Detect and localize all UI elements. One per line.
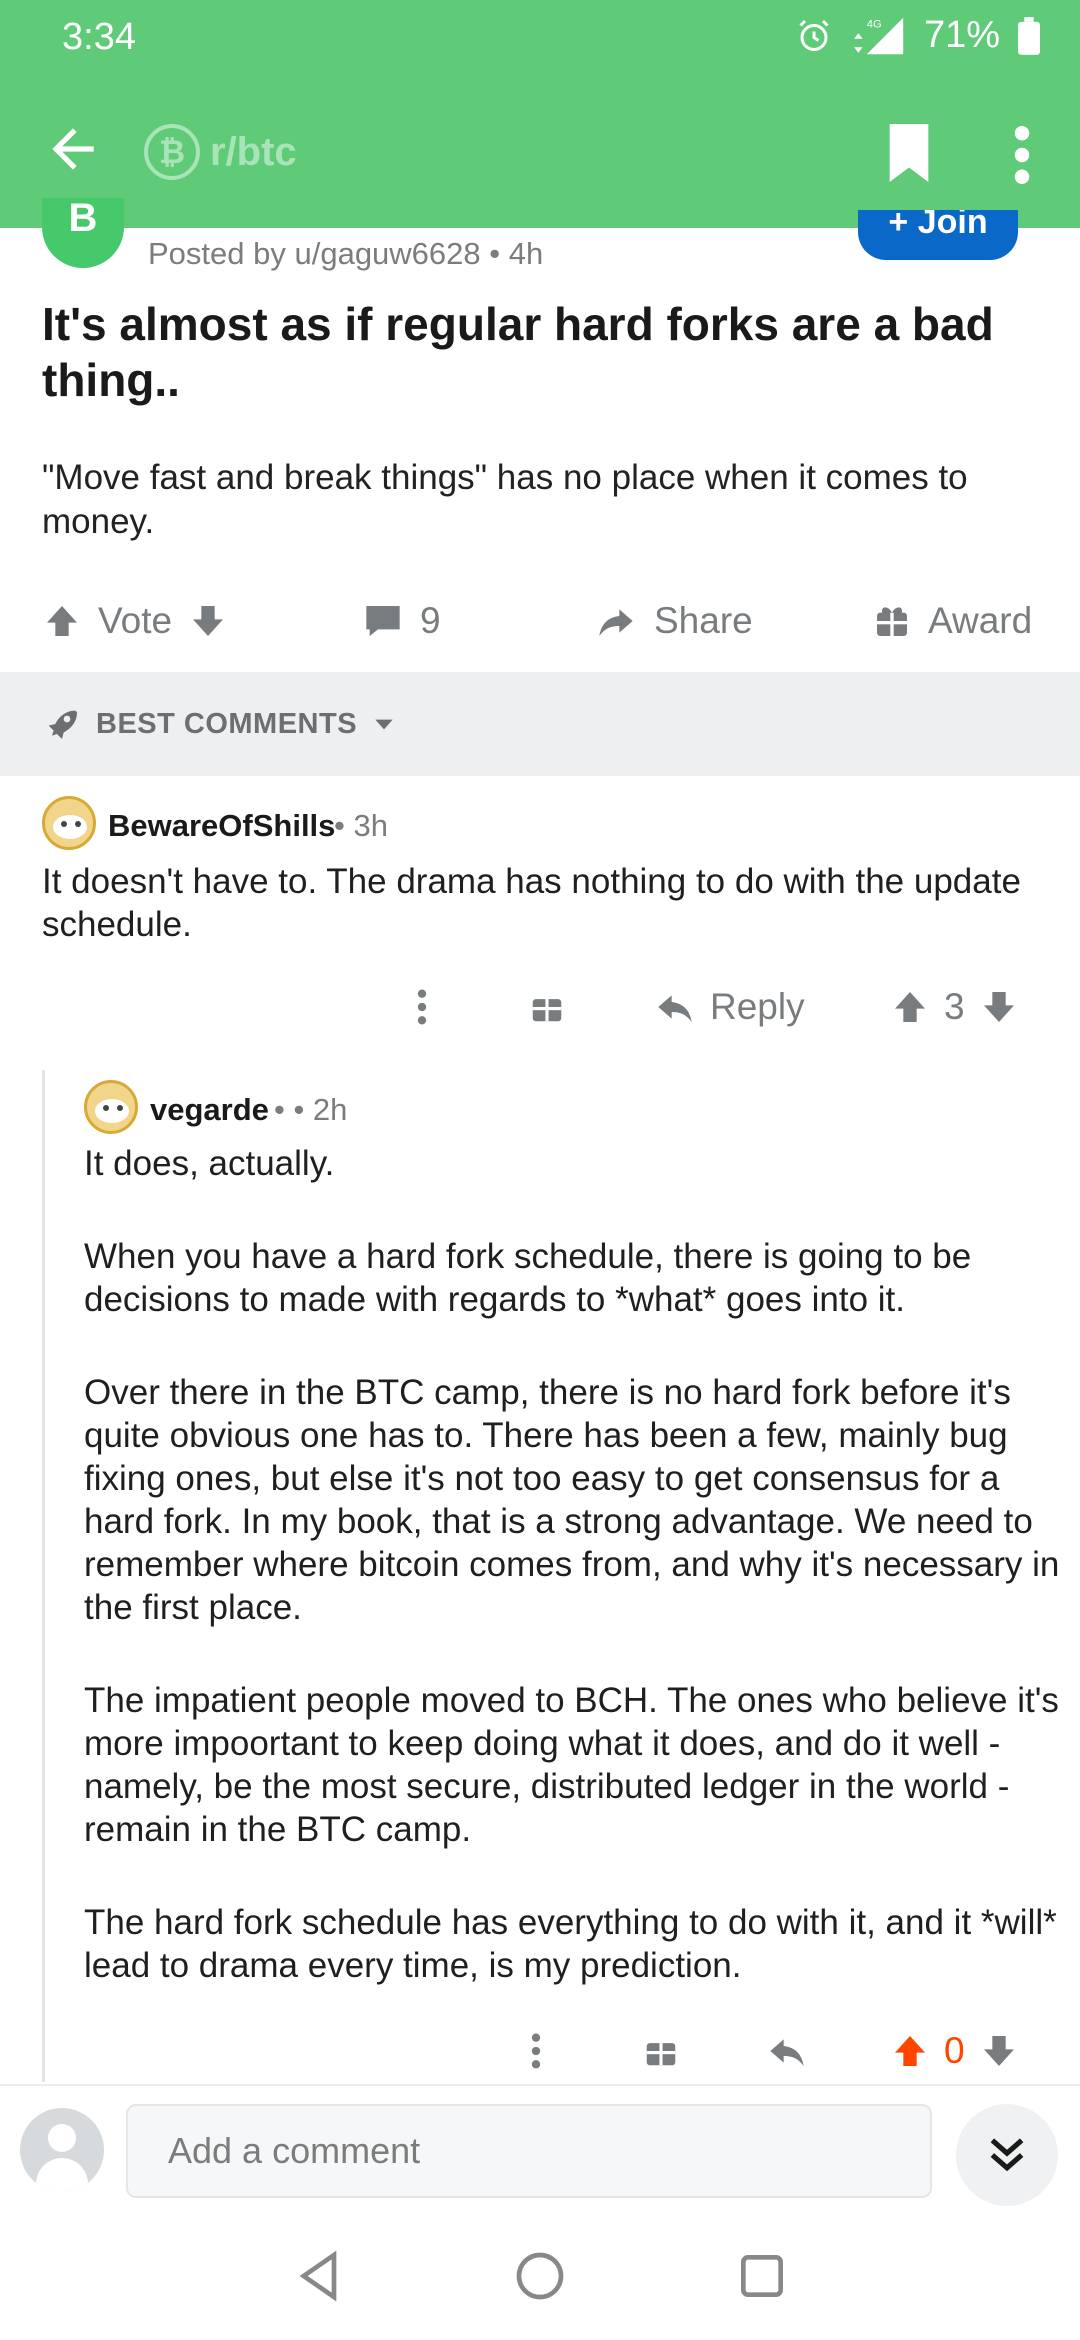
bitcoin-cash-icon: ₿	[144, 124, 200, 180]
vote-group: Vote	[42, 580, 228, 662]
comment-score: 3	[944, 986, 965, 1027]
gift-icon	[532, 999, 562, 1022]
back-arrow-icon[interactable]	[42, 118, 104, 180]
more-options-icon	[417, 989, 427, 1025]
nav-back-icon[interactable]	[292, 2248, 348, 2304]
comment-award-button[interactable]	[528, 972, 566, 1042]
more-options-icon[interactable]	[1012, 126, 1032, 184]
reply-icon	[658, 995, 692, 1022]
upvote-icon[interactable]	[42, 601, 82, 641]
share-label: Share	[654, 600, 753, 641]
comment-paragraph: It doesn't have to. The drama has nothin…	[42, 862, 1021, 944]
comment-paragraph: Over there in the BTC camp, there is no …	[84, 1373, 1060, 1627]
battery-percent: 71%	[923, 14, 1000, 56]
share-button[interactable]: Share	[594, 580, 753, 662]
app-header: 3:34 4G 71% ₿ r/btc	[0, 0, 1080, 228]
subreddit-title[interactable]: ₿ r/btc	[144, 124, 297, 180]
thread-line[interactable]	[42, 1070, 45, 2082]
downvote-icon[interactable]	[979, 987, 1019, 1027]
post-action-bar: Vote 9 Share Award	[0, 580, 1080, 662]
join-button[interactable]: + Join	[858, 210, 1018, 260]
status-time: 3:34	[62, 16, 136, 58]
post-title: It's almost as if regular hard forks are…	[42, 298, 994, 406]
comment-author[interactable]: BewareOfShills	[108, 808, 335, 844]
comment-action-bar: 0	[0, 2016, 1080, 2086]
comment-avatar[interactable]	[42, 796, 96, 850]
comment-meta: • 3h	[334, 808, 388, 843]
gift-icon	[646, 2043, 676, 2066]
system-navigation-bar	[0, 2208, 1080, 2340]
network-label: 4G	[867, 18, 882, 30]
nav-home-icon[interactable]	[512, 2248, 568, 2304]
comment-award-button[interactable]	[642, 2016, 680, 2086]
award-button[interactable]: Award	[872, 580, 1032, 662]
comment-body: It does, actually. When you have a hard …	[84, 1142, 1060, 1987]
comment-sort-bar: BEST COMMENTS	[0, 672, 1080, 776]
comment-author[interactable]: vegarde	[150, 1092, 269, 1128]
comment-compose-bar: Add a comment	[0, 2084, 1080, 2208]
comment-vote-group: 3	[890, 972, 1019, 1042]
double-chevron-down-icon	[990, 2138, 1024, 2172]
comment-count: 9	[420, 600, 441, 641]
comment-paragraph: The hard fork schedule has everything to…	[84, 1903, 1057, 1985]
upvote-icon[interactable]	[890, 987, 930, 1027]
comment-meta: • • 2h	[274, 1092, 348, 1127]
comment-action-bar: Reply 3	[0, 972, 1080, 1042]
subreddit-avatar[interactable]: B	[42, 198, 124, 268]
user-avatar[interactable]	[20, 2108, 104, 2192]
award-label: Award	[928, 600, 1033, 641]
vote-label: Vote	[98, 600, 173, 641]
sort-label: BEST COMMENTS	[96, 707, 358, 740]
comment-icon	[366, 606, 400, 636]
comment-paragraph: It does, actually.	[84, 1144, 335, 1183]
bookmark-icon[interactable]	[884, 124, 934, 182]
share-icon	[599, 609, 633, 636]
downvote-icon[interactable]	[979, 2031, 1019, 2071]
rocket-icon	[48, 710, 77, 739]
post-author-line[interactable]: Posted by u/gaguw6628 • 4h	[148, 236, 543, 272]
comment-paragraph: The impatient people moved to BCH. The o…	[84, 1681, 1059, 1849]
reply-button[interactable]	[766, 2016, 808, 2086]
chevron-down-icon	[375, 719, 393, 730]
comment-more-button[interactable]	[410, 972, 434, 1042]
comment-vote-group: 0	[890, 2016, 1019, 2086]
reply-button[interactable]: Reply	[654, 972, 805, 1042]
nav-recents-icon[interactable]	[734, 2248, 790, 2304]
post-body: "Move fast and break things" has no plac…	[42, 458, 968, 541]
comment-more-button[interactable]	[524, 2016, 548, 2086]
comment-body: It doesn't have to. The drama has nothin…	[42, 860, 1042, 946]
collapse-threads-button[interactable]	[956, 2104, 1058, 2206]
more-options-icon	[531, 2033, 541, 2069]
reply-icon	[770, 2039, 804, 2066]
battery-icon	[1018, 16, 1040, 55]
gift-icon	[877, 607, 907, 636]
downvote-icon[interactable]	[188, 601, 228, 641]
add-comment-input[interactable]: Add a comment	[126, 2104, 932, 2198]
alarm-icon	[799, 19, 829, 51]
comment-paragraph: When you have a hard fork schedule, ther…	[84, 1237, 972, 1319]
reply-label: Reply	[710, 986, 805, 1027]
status-icons: 4G 71%	[796, 14, 1040, 57]
sort-selector[interactable]: BEST COMMENTS	[42, 704, 397, 744]
upvote-icon[interactable]	[890, 2031, 930, 2071]
signal-4g-icon: 4G	[854, 17, 904, 54]
comments-button[interactable]: 9	[362, 580, 441, 662]
subreddit-name: r/btc	[210, 129, 297, 174]
comment-avatar[interactable]	[84, 1080, 138, 1134]
avatar-letter: B	[68, 198, 98, 240]
comment-score: 0	[944, 2030, 965, 2071]
